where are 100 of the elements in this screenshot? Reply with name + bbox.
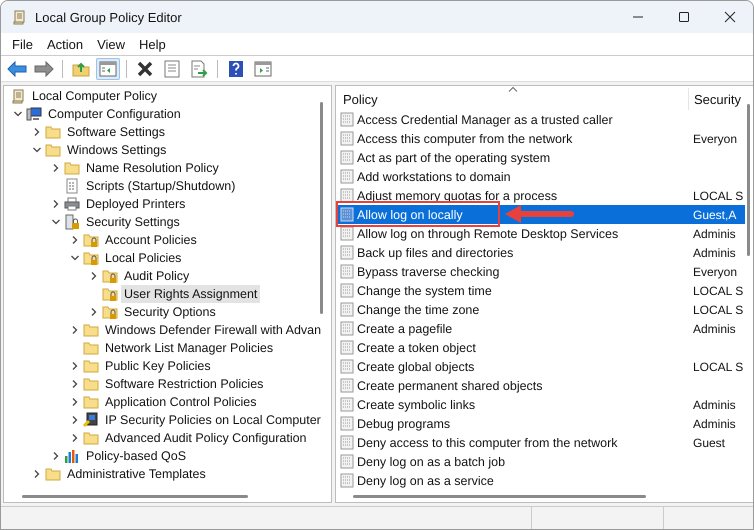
policy-icon xyxy=(340,226,354,241)
tree-item[interactable]: Windows Settings xyxy=(64,141,170,159)
tree-item[interactable]: Software Restriction Policies xyxy=(102,375,266,393)
vertical-scrollbar[interactable] xyxy=(747,104,750,256)
tree-item[interactable]: Windows Defender Firewall with Advan xyxy=(102,321,324,339)
policy-row[interactable]: Change the system time LOCAL S xyxy=(338,281,745,300)
tree-item[interactable]: Scripts (Startup/Shutdown) xyxy=(83,177,238,195)
policy-cell: Allow log on through Remote Desktop Services xyxy=(357,226,618,240)
policy-row[interactable]: Create permanent shared objects xyxy=(338,376,745,395)
chevron-right-icon[interactable] xyxy=(70,361,80,371)
menu-item[interactable]: File xyxy=(5,36,40,52)
policy-icon xyxy=(340,321,354,336)
maximize-icon xyxy=(678,11,690,23)
chevron-down-icon[interactable] xyxy=(13,109,23,119)
chevron-right-icon[interactable] xyxy=(70,415,80,425)
policy-icon xyxy=(340,454,354,469)
policy-row[interactable]: Create a pagefile Adminis xyxy=(338,319,745,338)
tree-item[interactable]: Security Settings xyxy=(83,213,183,231)
menu-item[interactable]: Help xyxy=(132,36,173,52)
policy-icon xyxy=(340,378,354,393)
policy-cell: Access Credential Manager as a trusted caller xyxy=(357,112,613,126)
chevron-right-icon[interactable] xyxy=(89,271,99,281)
tree-item[interactable]: Application Control Policies xyxy=(102,393,260,411)
policy-cell: Create symbolic links xyxy=(357,398,476,412)
folder-icon xyxy=(45,466,61,482)
horizontal-scrollbar[interactable] xyxy=(353,495,646,498)
policy-icon xyxy=(340,473,354,488)
vertical-scrollbar[interactable] xyxy=(320,102,323,314)
chevron-down-icon[interactable] xyxy=(32,145,42,155)
policy-cell: Back up files and directories xyxy=(357,246,514,260)
security-setting-cell: LOCAL S xyxy=(693,302,744,316)
tree-item[interactable]: Network List Manager Policies xyxy=(102,339,276,357)
policy-icon xyxy=(340,340,354,355)
policy-row[interactable]: Access Credential Manager as a trusted caller xyxy=(338,110,745,129)
tree-item[interactable]: Account Policies xyxy=(102,231,200,249)
policy-icon xyxy=(340,397,354,412)
tree-item[interactable]: Computer Configuration xyxy=(45,105,184,123)
menu-item[interactable]: Action xyxy=(40,36,90,52)
tree-item[interactable]: Policy-based QoS xyxy=(83,447,190,465)
policy-row[interactable]: Deny access to this computer from the network Guest xyxy=(338,433,745,452)
policy-row[interactable]: Back up files and directories Adminis xyxy=(338,243,745,262)
chevron-right-icon[interactable] xyxy=(51,163,61,173)
security-setting-cell: Adminis xyxy=(693,226,736,240)
policy-row[interactable]: Change the time zone LOCAL S xyxy=(338,300,745,319)
computer-key-icon xyxy=(83,412,99,428)
policy-cell: Access this computer from the network xyxy=(357,132,572,146)
tree-item[interactable]: Public Key Policies xyxy=(102,357,214,375)
policy-cell: Create a pagefile xyxy=(357,322,452,336)
chevron-right-icon[interactable] xyxy=(32,127,42,137)
policy-row[interactable]: Deny log on as a batch job xyxy=(338,452,745,471)
chevron-right-icon[interactable] xyxy=(70,433,80,443)
policy-row[interactable]: Create symbolic links Adminis xyxy=(338,395,745,414)
chevron-right-icon[interactable] xyxy=(89,307,99,317)
policy-cell: Deny log on as a batch job xyxy=(357,454,506,468)
policy-row[interactable]: Allow log on through Remote Desktop Services Adminis xyxy=(338,224,745,243)
locked-folder-icon xyxy=(102,268,118,284)
policy-row[interactable]: Debug programs Adminis xyxy=(338,414,745,433)
window-title: Local Group Policy Editor xyxy=(35,10,183,24)
chevron-down-icon[interactable] xyxy=(70,253,80,263)
chevron-right-icon[interactable] xyxy=(70,379,80,389)
policy-row[interactable]: Add workstations to domain xyxy=(338,167,745,186)
policy-row[interactable]: Deny log on as a service xyxy=(338,471,745,490)
horizontal-scrollbar[interactable] xyxy=(22,495,248,498)
column-header[interactable]: Policy xyxy=(338,88,688,110)
annotation-arrow xyxy=(503,204,575,224)
folder-icon xyxy=(83,322,99,338)
security-setting-cell: Everyon xyxy=(693,132,738,146)
tree-item[interactable]: Administrative Templates xyxy=(64,465,209,483)
chevron-right-icon[interactable] xyxy=(70,235,80,245)
chevron-right-icon[interactable] xyxy=(70,325,80,335)
chevron-right-icon[interactable] xyxy=(70,397,80,407)
folder-icon xyxy=(64,160,80,176)
printer-icon xyxy=(64,196,80,212)
tree-item[interactable]: Deployed Printers xyxy=(83,195,188,213)
policy-row[interactable]: Create global objects LOCAL S xyxy=(338,357,745,376)
policy-row[interactable]: Act as part of the operating system xyxy=(338,148,745,167)
script-icon xyxy=(64,178,80,194)
tree-item[interactable]: Advanced Audit Policy Configuration xyxy=(102,429,310,447)
folder-icon xyxy=(83,376,99,392)
chevron-right-icon[interactable] xyxy=(32,469,42,479)
menu-item[interactable]: View xyxy=(90,36,132,52)
policy-row[interactable]: Create a token object xyxy=(338,338,745,357)
computer-icon xyxy=(26,106,42,122)
chevron-down-icon[interactable] xyxy=(51,217,61,227)
policy-row[interactable]: Bypass traverse checking Everyon xyxy=(338,262,745,281)
tree-item[interactable]: Audit Policy xyxy=(121,267,192,285)
tree-item[interactable]: User Rights Assignment xyxy=(121,285,260,303)
tree-item[interactable]: Software Settings xyxy=(64,123,168,141)
chevron-right-icon[interactable] xyxy=(51,199,61,209)
policy-row[interactable]: Access this computer from the network Everyon xyxy=(338,129,745,148)
policy-cell: Change the time zone xyxy=(357,302,480,316)
tree-item[interactable]: IP Security Policies on Local Computer xyxy=(102,411,324,429)
tree-item[interactable]: Local Computer Policy xyxy=(29,87,160,105)
policy-row[interactable]: Adjust memory quotas for a process LOCAL S xyxy=(338,186,745,205)
chevron-right-icon[interactable] xyxy=(51,451,61,461)
tree-item[interactable]: Security Options xyxy=(121,303,219,321)
show-tree-button[interactable] xyxy=(96,58,120,80)
tree-item[interactable]: Local Policies xyxy=(102,249,184,267)
policy-row[interactable]: Allow log on locally Guest,A xyxy=(338,205,745,224)
tree-item[interactable]: Name Resolution Policy xyxy=(83,159,222,177)
